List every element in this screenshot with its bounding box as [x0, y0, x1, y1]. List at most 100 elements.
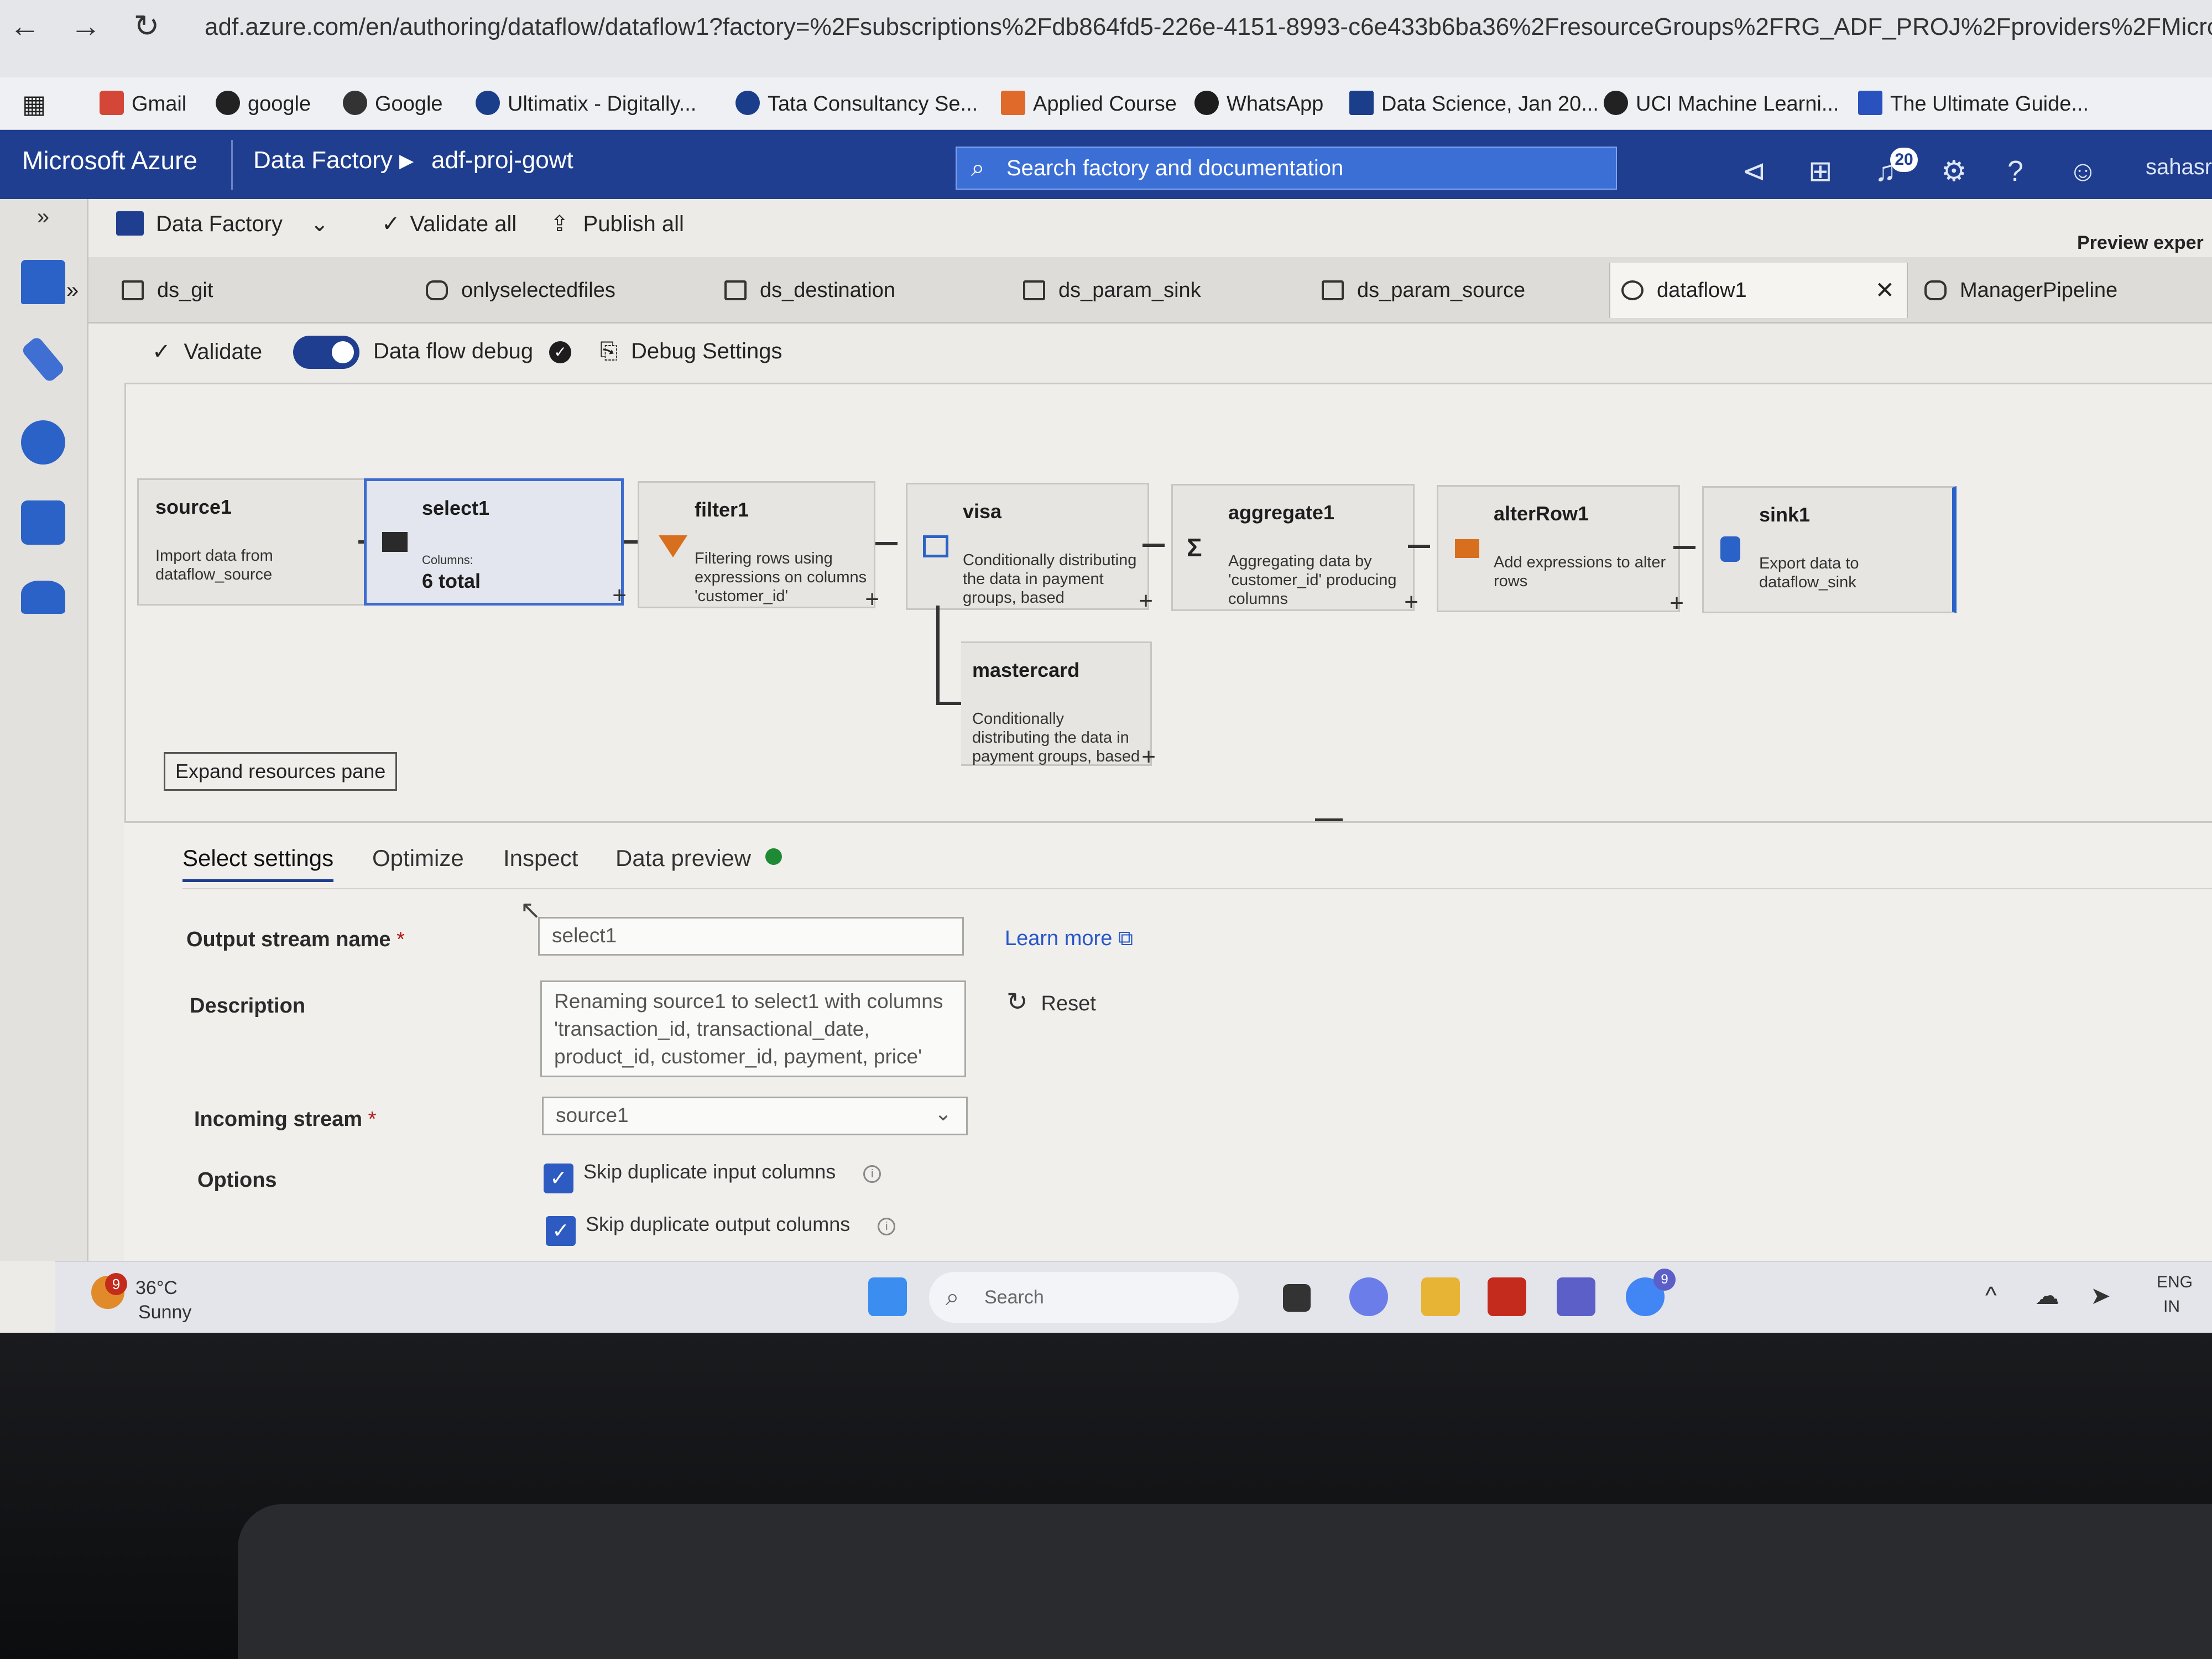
tab-ds-param-source[interactable]: ds_param_source	[1311, 263, 1604, 318]
onedrive-icon[interactable]: ☁	[2035, 1282, 2059, 1310]
filter-icon	[659, 535, 687, 557]
node-visa[interactable]: visa Conditionally distributing the data…	[906, 483, 1153, 614]
task-view-icon[interactable]	[1283, 1284, 1311, 1312]
location-icon[interactable]: ➤	[2090, 1282, 2111, 1310]
forward-icon[interactable]: →	[66, 7, 105, 45]
tab-select-settings[interactable]: Select settings	[182, 845, 334, 882]
dataflow-canvas[interactable]: source1 Import data from dataflow_source…	[124, 384, 2212, 821]
factory-icon	[116, 211, 144, 236]
data-factory-menu[interactable]: Data Factory ⌄	[116, 211, 328, 237]
file-explorer-icon[interactable]	[1421, 1277, 1460, 1316]
node-aggregate1[interactable]: Σ aggregate1 Aggregating data by 'custom…	[1171, 484, 1418, 615]
user-name[interactable]: sahasr	[2146, 155, 2212, 180]
learn-more-link[interactable]: Learn more ⧉	[1005, 927, 1133, 951]
skip-duplicate-output-option[interactable]: ✓ Skip duplicate output columns i	[546, 1213, 896, 1246]
mcafee-icon[interactable]	[1488, 1277, 1526, 1316]
expand-resources-pane-button[interactable]: Expand resources pane	[164, 752, 398, 791]
bookmark-google-1[interactable]: google	[216, 87, 311, 121]
data-flow-debug-toggle[interactable]	[293, 336, 359, 369]
tray-chevron-icon[interactable]: ^	[1985, 1282, 1997, 1310]
add-transform-icon[interactable]: +	[1670, 589, 1684, 617]
link-label: Learn more	[1005, 927, 1113, 950]
add-transform-icon[interactable]: +	[612, 582, 627, 609]
bookmark-data-science[interactable]: Data Science, Jan 20...	[1349, 87, 1599, 121]
bookmark-tcs[interactable]: Tata Consultancy Se...	[735, 87, 978, 121]
reset-button[interactable]: ↻ Reset	[1006, 987, 1096, 1016]
node-filter1[interactable]: filter1 Filtering rows using expressions…	[638, 481, 879, 613]
node-title: select1	[422, 497, 490, 519]
publish-all-button[interactable]: ⇪ Publish all	[550, 211, 684, 237]
description-textarea[interactable]: Renaming source1 to select1 with columns…	[540, 980, 966, 1077]
output-stream-input[interactable]: select1	[538, 917, 964, 956]
checkbox-checked[interactable]: ✓	[544, 1164, 573, 1193]
collapse-icon[interactable]: »	[55, 263, 83, 318]
bookmark-applied-course[interactable]: Applied Course	[1001, 87, 1177, 121]
back-icon[interactable]: ←	[6, 7, 44, 45]
node-title: alterRow1	[1494, 502, 1589, 525]
tab-ds-git[interactable]: ds_git	[111, 263, 404, 318]
info-icon[interactable]: i	[863, 1165, 881, 1183]
node-source1[interactable]: source1 Import data from dataflow_source…	[137, 478, 379, 610]
region-code[interactable]: IN	[2163, 1297, 2180, 1316]
tab-ds-param-sink[interactable]: ds_param_sink	[1012, 263, 1305, 318]
node-mastercard[interactable]: mastercard Conditionally distributing th…	[961, 641, 1156, 770]
tab-ds-destination[interactable]: ds_destination	[713, 263, 1006, 318]
monitor-icon[interactable]	[21, 420, 65, 465]
taskbar-search[interactable]: ⌕ Search	[929, 1272, 1239, 1323]
skip-duplicate-input-option[interactable]: ✓ Skip duplicate input columns i	[544, 1160, 881, 1193]
label-text: Incoming stream	[194, 1108, 363, 1131]
close-icon[interactable]: ✕	[1875, 263, 1895, 318]
checkbox-checked[interactable]: ✓	[546, 1216, 576, 1246]
node-alterrow1[interactable]: alterRow1 Add expressions to alter rows …	[1437, 485, 1684, 617]
add-transform-icon[interactable]: +	[1404, 588, 1418, 616]
reload-icon[interactable]: ↻	[127, 7, 166, 45]
teams-icon[interactable]	[1557, 1277, 1595, 1316]
validate-all-button[interactable]: ✓ Validate all	[382, 211, 517, 237]
tata-icon	[735, 91, 760, 115]
add-transform-icon[interactable]: +	[1141, 743, 1156, 771]
preview-experience-toggle[interactable]: Preview exper	[2077, 232, 2204, 254]
language-code[interactable]: ENG	[2157, 1273, 2193, 1292]
graduation-cap-icon[interactable]	[21, 581, 65, 614]
add-transform-icon[interactable]: +	[1139, 587, 1153, 615]
breadcrumb-factory-name[interactable]: adf-proj-gowt	[431, 147, 573, 174]
bookmark-uci[interactable]: UCI Machine Learni...	[1604, 87, 1839, 121]
gear-icon[interactable]: ⚙	[1941, 155, 1967, 188]
validate-button[interactable]: ✓ Validate	[152, 339, 262, 364]
url-field[interactable]: adf.azure.com/en/authoring/dataflow/data…	[205, 6, 2212, 49]
incoming-stream-select[interactable]: source1 ⌄	[542, 1097, 968, 1135]
switch-directory-icon[interactable]: ⊞	[1808, 155, 1833, 188]
announcement-icon[interactable]: ⊲	[1742, 155, 1766, 188]
breadcrumb-data-factory[interactable]: Data Factory	[253, 147, 393, 174]
select-icon	[382, 532, 408, 552]
toolbox-icon[interactable]	[21, 500, 65, 545]
pencil-icon[interactable]	[20, 335, 66, 384]
debug-settings-button[interactable]: ⎘ Debug Settings	[600, 339, 782, 364]
tab-inspect[interactable]: Inspect	[503, 845, 578, 872]
expand-rail-icon[interactable]: »	[21, 205, 65, 249]
tab-managerpipeline[interactable]: ManagerPipeline	[1913, 263, 2212, 318]
info-icon[interactable]: i	[878, 1218, 896, 1235]
help-icon[interactable]: ?	[2007, 155, 2023, 188]
tab-dataflow1[interactable]: dataflow1 ✕	[1609, 263, 1908, 318]
bookmark-ultimatix[interactable]: Ultimatix - Digitally...	[476, 87, 696, 121]
node-select1[interactable]: select1 Columns: 6 total +	[364, 478, 627, 609]
add-transform-icon[interactable]: +	[865, 586, 879, 613]
copilot-icon[interactable]	[1349, 1277, 1388, 1316]
node-sink1[interactable]: sink1 Export data to dataflow_sink	[1702, 486, 1957, 613]
feedback-icon[interactable]: ☺	[2068, 155, 2098, 188]
brand-title[interactable]: Microsoft Azure	[22, 145, 197, 175]
search-input[interactable]: ⌕ Search factory and documentation	[956, 147, 1617, 190]
bookmark-ultimate-guide[interactable]: The Ultimate Guide...	[1858, 87, 2089, 121]
tab-optimize[interactable]: Optimize	[372, 845, 464, 872]
tab-data-preview[interactable]: Data preview	[615, 845, 782, 872]
azure-header: Microsoft Azure Data Factory ▶ adf-proj-…	[0, 130, 2212, 199]
bookmark-google-2[interactable]: Google	[343, 87, 443, 121]
bookmark-gmail[interactable]: Gmail	[100, 87, 186, 121]
windows-start-icon[interactable]	[868, 1277, 907, 1316]
tab-label: ManagerPipeline	[1960, 279, 2118, 302]
tab-onlyselectedfiles[interactable]: onlyselectedfiles	[415, 263, 708, 318]
notification-badge: 20	[1890, 148, 1918, 172]
bookmark-whatsapp[interactable]: WhatsApp	[1194, 87, 1323, 121]
apps-grid-icon[interactable]: ▦	[22, 87, 46, 121]
